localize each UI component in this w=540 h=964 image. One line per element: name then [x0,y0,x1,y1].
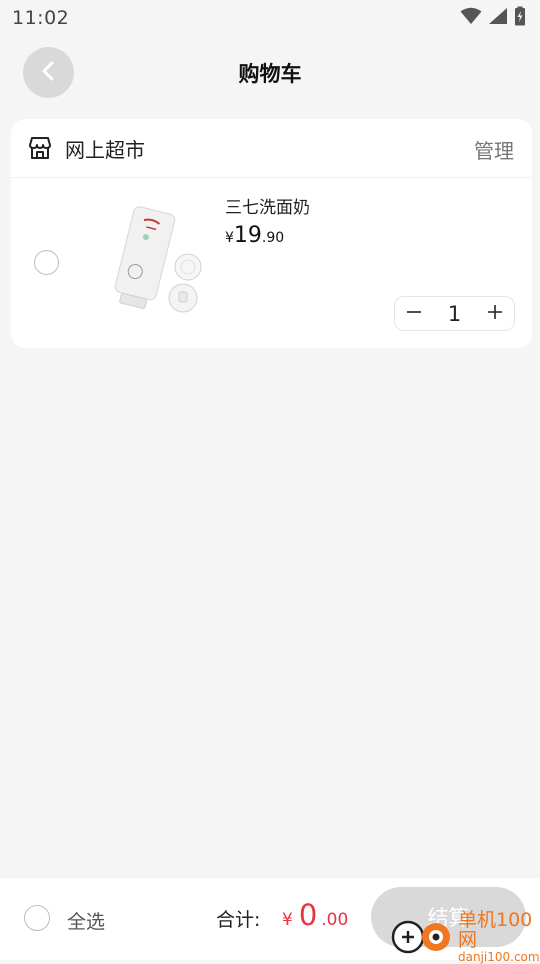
product-price: ¥19.90 [225,223,284,248]
quantity-stepper: 1 [394,296,515,331]
total-symbol: ¥ [282,910,293,930]
item-select-radio[interactable] [34,250,59,275]
price-decimal: .90 [261,230,285,246]
select-all-radio[interactable] [24,905,50,931]
total-label: 合计: [216,909,261,931]
watermark-cn: 单机100网 [458,909,533,951]
status-time: 11:02 [12,7,70,29]
price-integer: 19 [233,223,262,248]
watermark-text: 单机100网 danji100.com [458,910,540,964]
watermark-logo-icon [390,915,454,959]
plus-icon [487,304,503,324]
quantity-value[interactable]: 1 [448,302,461,326]
increase-quantity-button[interactable] [486,304,504,324]
total-amount: ¥0.00 [282,898,348,932]
store-name: 网上超市 [65,138,145,162]
minus-icon [406,304,422,324]
product-image[interactable] [91,197,219,325]
watermark: 单机100网 danji100.com [390,910,540,964]
header: 购物车 [0,36,540,110]
page-title: 购物车 [238,62,302,86]
wifi-icon [460,7,482,29]
total-integer: 0 [298,898,318,932]
watermark-en: danji100.com [458,950,540,964]
decrease-quantity-button[interactable] [405,305,423,323]
status-icons [460,6,526,30]
manage-button[interactable]: 管理 [474,135,514,164]
store-icon [27,135,53,165]
status-bar: 11:02 [0,0,540,36]
battery-icon [514,6,526,30]
total-decimal: .00 [321,910,349,930]
price-symbol: ¥ [225,230,234,246]
signal-icon [488,7,508,29]
select-all-label[interactable]: 全选 [67,907,105,934]
store-header: 网上超市 管理 [11,119,532,178]
product-name[interactable]: 三七洗面奶 [225,193,310,218]
store-card: 网上超市 管理 三七洗面奶 ¥19.90 1 [11,119,532,348]
